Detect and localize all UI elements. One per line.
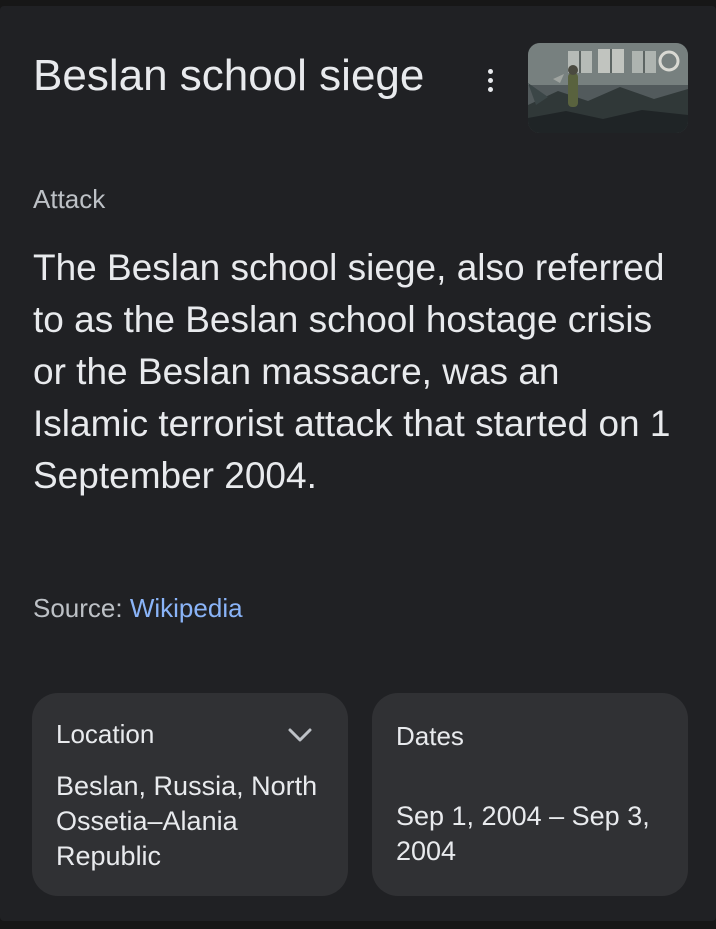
dates-label: Dates [396, 721, 464, 751]
chevron-down-icon [288, 728, 312, 742]
source-label: Source: [33, 593, 123, 623]
more-vert-icon [487, 68, 493, 74]
source-line: Source: Wikipedia [33, 591, 243, 625]
location-card[interactable]: Location Beslan, Russia, North Ossetia–A… [32, 693, 348, 896]
more-options-button[interactable] [474, 60, 506, 100]
wikipedia-link[interactable]: Wikipedia [130, 593, 243, 623]
panel-description: The Beslan school siege, also referred t… [33, 247, 671, 496]
panel-title: Beslan school siege [33, 51, 425, 100]
panel-thumbnail-image[interactable] [528, 43, 688, 133]
knowledge-panel: Beslan school siege Attack The Beslan sc… [0, 6, 716, 921]
dates-value: Sep 1, 2004 – Sep 3, 2004 [396, 801, 650, 866]
entity-type: Attack [33, 184, 106, 214]
more-vert-icon-dot [487, 86, 493, 92]
location-value: Beslan, Russia, North Ossetia–Alania Rep… [56, 771, 318, 871]
dates-card[interactable]: Dates Sep 1, 2004 – Sep 3, 2004 [372, 693, 688, 896]
more-vert-icon-dot [487, 77, 493, 83]
photo-thumbnail [528, 43, 688, 133]
